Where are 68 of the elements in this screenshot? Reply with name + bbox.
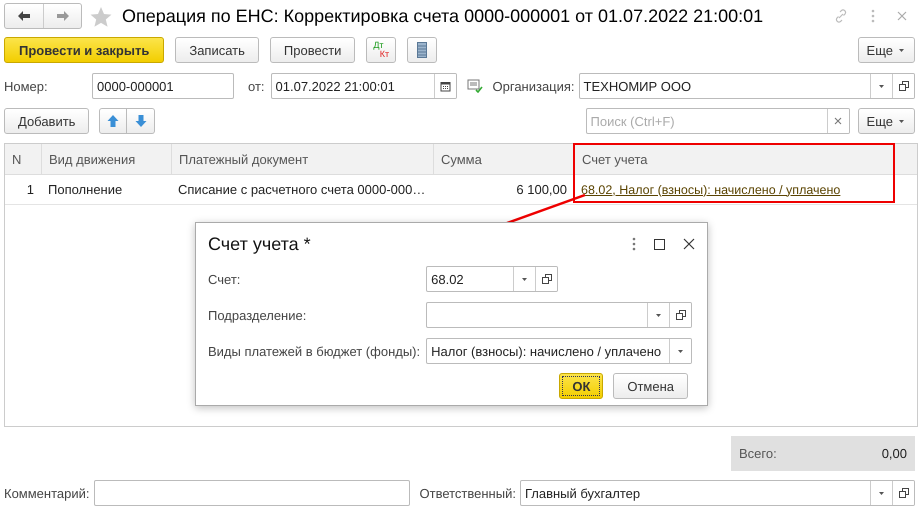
maximize-icon[interactable] [654,238,665,250]
column-header[interactable]: Платежный документ [171,144,433,174]
window-title: Операция по ЕНС: Корректировка счета 0000-000001 от 01.07.2022 21:00:01 [122,6,764,26]
toolbar-button[interactable]: Провести [270,37,356,63]
open-icon [540,273,553,285]
input-field[interactable]: 0000-000001 [92,73,234,99]
calendar-icon [440,80,451,92]
input-field[interactable] [94,480,410,506]
toolbar-button[interactable]: Провести и закрыть [4,37,164,63]
more-vertical-icon[interactable] [871,9,875,23]
field-label: Комментарий: [4,486,90,500]
star-icon[interactable] [90,6,112,26]
field-label: Организация: [492,78,575,94]
move-up-button[interactable] [99,108,128,134]
table-cell-text: 6 100,00 [515,181,568,199]
account-link[interactable]: 68.02, Налог (взносы): начислено / уплачено [581,182,840,196]
calendar-button[interactable] [434,74,456,98]
column-header[interactable]: Счет учета [574,144,917,174]
open-icon [898,487,910,499]
field-label: Счет: [208,272,242,286]
list-icon [417,42,428,58]
open-button[interactable] [892,74,914,98]
dropdown-button[interactable] [669,339,692,363]
column-header[interactable]: Сумма [433,144,574,174]
list-button[interactable] [407,37,438,63]
dialog-title: Счет учета * [208,234,311,254]
input-field[interactable]: 68.02 [426,266,558,292]
navigation-button-group[interactable] [4,3,82,29]
open-button[interactable] [892,481,914,505]
field-label: от: [248,78,265,94]
table-cell-text: 1 [26,181,35,199]
field-label: Номер: [4,78,49,94]
table-cell-text: Списание с расчетного счета 0000-000… [177,181,426,199]
field-label: Подразделение: [208,308,308,322]
input-field[interactable]: ТЕХНОМИР ООО [578,73,915,99]
input-field[interactable]: Главный бухгалтер [520,480,915,506]
dialog-button[interactable]: ОК [559,373,604,399]
column-header[interactable]: Вид движения [41,144,171,174]
dialog-button[interactable]: Отмена [613,373,688,399]
clear-icon [834,117,842,125]
add-button[interactable]: Добавить [4,108,90,134]
more-button[interactable]: Еще [858,108,915,134]
column-header[interactable]: N [5,144,41,174]
arrow-right-icon [56,10,70,22]
open-button[interactable] [535,267,558,291]
open-icon [898,80,910,92]
arrow-up-icon [107,114,120,128]
debit-credit-button[interactable]: Дт Кт [366,37,396,63]
open-button[interactable] [669,303,692,327]
total-label: Всего: [739,446,777,461]
arrow-left-icon [17,10,31,22]
input-field[interactable] [426,302,692,328]
document-check-icon[interactable] [466,79,483,93]
toolbar-button[interactable]: Записать [175,37,259,63]
total-value: 0,00 [882,446,907,461]
open-icon [674,309,687,321]
arrow-down-icon [134,114,147,128]
close-icon[interactable] [683,238,695,250]
more-button[interactable]: Еще [858,37,915,63]
field-label: Ответственный: [420,486,516,500]
input-field[interactable]: Налог (взносы): начислено / уплачено [426,338,692,364]
more-vertical-icon[interactable] [632,237,636,251]
field-label: Виды платежей в бюджет (фонды): [208,344,420,358]
move-down-button[interactable] [127,108,156,134]
link-icon[interactable] [833,8,849,24]
input-field[interactable]: 01.07.2022 21:00:01 [270,73,457,99]
clear-button[interactable] [826,109,849,133]
table-cell-text: Пополнение [47,181,124,199]
